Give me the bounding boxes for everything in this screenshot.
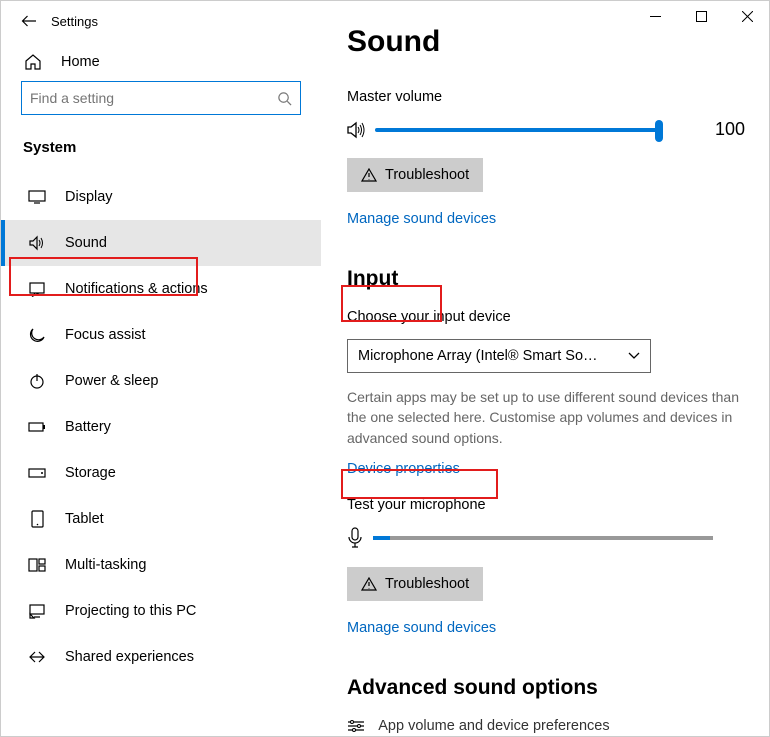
- choose-input-label: Choose your input device: [347, 309, 745, 325]
- input-device-select[interactable]: Microphone Array (Intel® Smart So…: [347, 339, 651, 373]
- projecting-icon: [27, 603, 47, 619]
- sidebar-item-label: Tablet: [65, 511, 104, 527]
- chevron-down-icon: [628, 352, 640, 360]
- master-volume-label: Master volume: [347, 89, 745, 105]
- select-value: Microphone Array (Intel® Smart So…: [358, 348, 598, 364]
- focus-assist-icon: [27, 327, 47, 343]
- microphone-icon: [347, 527, 363, 549]
- test-mic-label: Test your microphone: [347, 497, 745, 513]
- device-properties-link[interactable]: Device properties: [347, 461, 460, 477]
- multitasking-icon: [27, 558, 47, 572]
- volume-slider[interactable]: [375, 128, 659, 132]
- input-heading: Input: [347, 267, 745, 291]
- shared-icon: [27, 649, 47, 665]
- troubleshoot-output-button[interactable]: Troubleshoot: [347, 158, 483, 192]
- sidebar-home[interactable]: Home: [1, 41, 321, 81]
- power-icon: [27, 373, 47, 389]
- button-label: Troubleshoot: [385, 576, 469, 592]
- manage-sound-devices-output-link[interactable]: Manage sound devices: [347, 211, 496, 227]
- tablet-icon: [27, 510, 47, 528]
- sidebar-item-power-sleep[interactable]: Power & sleep: [1, 358, 321, 404]
- warning-icon: [361, 577, 377, 591]
- sidebar-item-tablet[interactable]: Tablet: [1, 496, 321, 542]
- advanced-item-label[interactable]: App volume and device preferences: [378, 718, 609, 734]
- storage-icon: [27, 467, 47, 479]
- sidebar-item-label: Storage: [65, 465, 116, 481]
- sidebar-item-label: Notifications & actions: [65, 281, 208, 297]
- volume-value: 100: [715, 119, 745, 140]
- sidebar-item-focus-assist[interactable]: Focus assist: [1, 312, 321, 358]
- advanced-heading: Advanced sound options: [347, 676, 745, 700]
- sidebar-item-label: Shared experiences: [65, 649, 194, 665]
- sidebar-item-notifications[interactable]: Notifications & actions: [1, 266, 321, 312]
- manage-sound-devices-input-link[interactable]: Manage sound devices: [347, 620, 496, 636]
- search-field[interactable]: [21, 81, 301, 115]
- sidebar-category: System: [1, 129, 321, 174]
- settings-icon: [347, 719, 365, 733]
- display-icon: [27, 190, 47, 204]
- close-button[interactable]: [724, 0, 770, 32]
- window-title: Settings: [51, 14, 98, 29]
- sidebar-item-multitasking[interactable]: Multi-tasking: [1, 542, 321, 588]
- sidebar-item-battery[interactable]: Battery: [1, 404, 321, 450]
- sidebar-item-label: Projecting to this PC: [65, 603, 196, 619]
- button-label: Troubleshoot: [385, 167, 469, 183]
- sidebar-item-label: Multi-tasking: [65, 557, 146, 573]
- sidebar-item-label: Battery: [65, 419, 111, 435]
- battery-icon: [27, 421, 47, 433]
- minimize-button[interactable]: [632, 0, 678, 32]
- sidebar-item-display[interactable]: Display: [1, 174, 321, 220]
- home-icon: [23, 53, 43, 71]
- search-icon: [277, 91, 292, 106]
- back-button[interactable]: [13, 13, 45, 29]
- warning-icon: [361, 168, 377, 182]
- slider-thumb[interactable]: [655, 120, 663, 142]
- mic-level-bar: [373, 536, 713, 540]
- input-help-text: Certain apps may be set up to use differ…: [347, 387, 745, 448]
- maximize-button[interactable]: [678, 0, 724, 32]
- notifications-icon: [27, 281, 47, 297]
- sidebar-item-storage[interactable]: Storage: [1, 450, 321, 496]
- sound-icon: [27, 235, 47, 251]
- sidebar-item-label: Power & sleep: [65, 373, 159, 389]
- home-label: Home: [61, 54, 100, 70]
- sidebar-item-sound[interactable]: Sound: [1, 220, 321, 266]
- speaker-icon[interactable]: [347, 121, 367, 139]
- sidebar-item-shared[interactable]: Shared experiences: [1, 634, 321, 680]
- sidebar-item-projecting[interactable]: Projecting to this PC: [1, 588, 321, 634]
- troubleshoot-input-button[interactable]: Troubleshoot: [347, 567, 483, 601]
- sidebar-item-label: Sound: [65, 235, 107, 251]
- sidebar-item-label: Display: [65, 189, 113, 205]
- sidebar-item-label: Focus assist: [65, 327, 146, 343]
- search-input[interactable]: [30, 90, 266, 106]
